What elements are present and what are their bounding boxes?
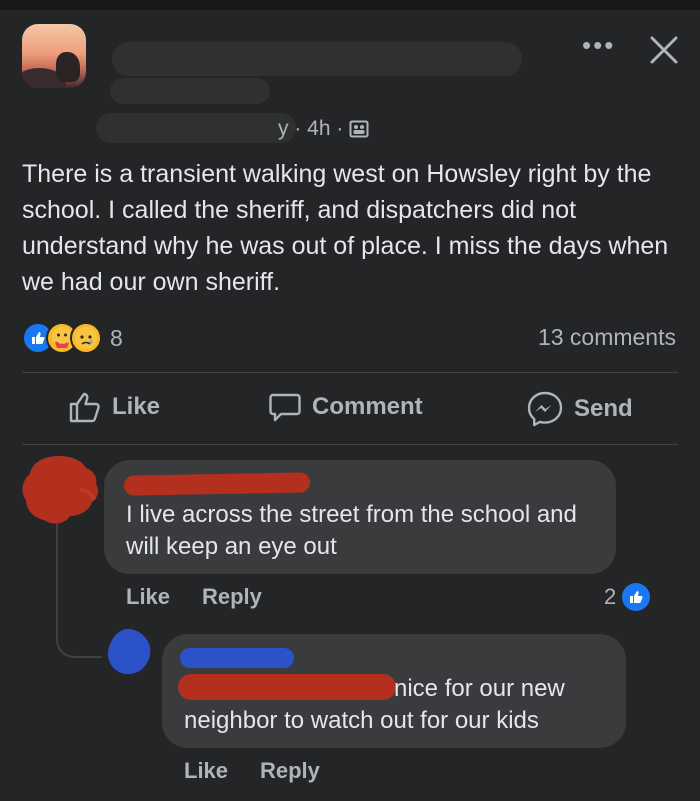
redacted-commenter-name	[123, 472, 311, 496]
redacted-author-subtitle	[110, 78, 270, 104]
more-options-button[interactable]: •••	[582, 30, 615, 61]
comments-count-link[interactable]: 13 comments	[538, 324, 676, 351]
redacted-reply-name	[180, 648, 294, 668]
close-icon[interactable]	[646, 32, 682, 68]
comment-button-label: Comment	[312, 393, 423, 420]
reply-text-line2: neighbor to watch out for our kids	[184, 707, 539, 734]
post-meta: y · 4h ·	[278, 117, 369, 141]
post-timestamp[interactable]: y · 4h ·	[278, 117, 343, 141]
comment-reply-button[interactable]: Reply	[202, 584, 262, 610]
reply-like-button[interactable]: Like	[184, 758, 228, 784]
reply-commenter-avatar[interactable]	[104, 626, 154, 678]
commenter-avatar[interactable]	[20, 452, 104, 532]
author-avatar[interactable]	[22, 24, 86, 88]
sad-reaction-icon	[70, 322, 102, 354]
redacted-author-name	[112, 42, 522, 76]
post-body: There is a transient walking west on How…	[22, 160, 669, 296]
divider-top	[22, 372, 678, 373]
send-button-label: Send	[574, 395, 633, 422]
comment-like-button[interactable]: Like	[126, 584, 170, 610]
comment-icon	[269, 393, 301, 422]
like-button-label: Like	[112, 393, 161, 420]
messenger-icon	[527, 391, 563, 427]
like-button[interactable]: Like	[68, 390, 160, 424]
reply-text-line1: nice for our new	[394, 675, 565, 702]
redacted-group-name	[96, 113, 296, 143]
like-badge-icon	[622, 583, 651, 611]
reply-reply-button[interactable]: Reply	[260, 758, 320, 784]
comment-text: I live across the street from the school…	[126, 501, 577, 560]
reply-thread-line	[56, 520, 102, 658]
privacy-group-icon	[349, 120, 369, 138]
thumbs-up-icon	[69, 392, 100, 423]
reaction-count: 8	[110, 324, 123, 351]
divider-bottom	[22, 444, 678, 445]
comment-like-count[interactable]: 2	[604, 583, 651, 611]
reaction-summary[interactable]: 8	[22, 322, 123, 354]
redacted-reply-text	[178, 674, 396, 700]
top-bar	[0, 0, 700, 10]
comment-button[interactable]: Comment	[268, 390, 423, 424]
comment-like-count-value: 2	[604, 584, 617, 609]
send-button[interactable]: Send	[526, 390, 633, 428]
